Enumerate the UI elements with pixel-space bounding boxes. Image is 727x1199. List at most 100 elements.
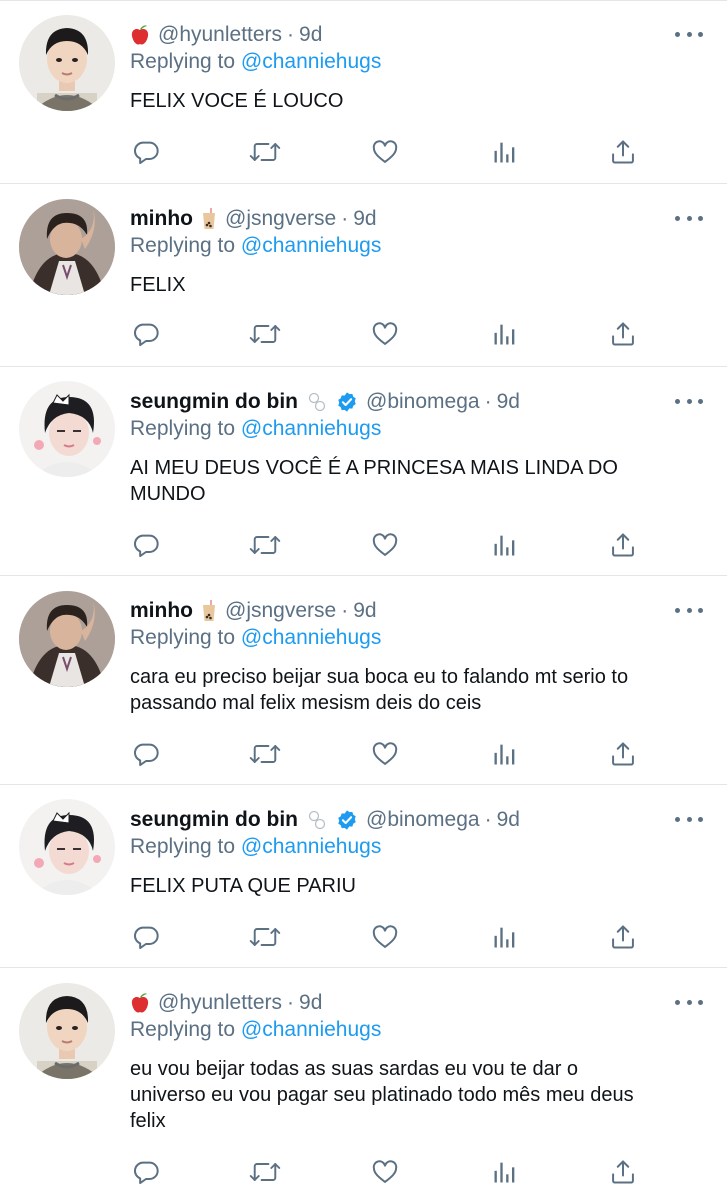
tweet-text: FELIX [130, 272, 710, 298]
reply-icon[interactable] [126, 1152, 166, 1192]
tweet-reply[interactable]: seungmin do bin @binomega · 9d Replying … [0, 785, 727, 968]
more-options-icon[interactable] [675, 809, 703, 829]
avatar[interactable] [19, 983, 115, 1079]
apple-emoji [130, 24, 150, 46]
tweet-reply[interactable]: seungmin do bin @binomega · 9d Replying … [0, 367, 727, 576]
tweet-text-line: eu vou beijar todas as suas sardas eu vo… [130, 1058, 579, 1080]
tweet-text: FELIX PUTA QUE PARIU [130, 873, 710, 899]
analytics-icon[interactable] [485, 132, 525, 172]
user-handle[interactable]: @jsngverse [225, 207, 336, 231]
avatar[interactable] [19, 199, 115, 295]
share-icon[interactable] [603, 1152, 643, 1192]
tweet-text-line: universo eu vou pagar seu platinado todo… [130, 1084, 634, 1106]
more-options-icon[interactable] [675, 391, 703, 411]
user-handle[interactable]: @binomega [366, 808, 480, 832]
user-handle[interactable]: @hyunletters [158, 23, 282, 47]
replying-to: Replying to @channiehugs [130, 417, 381, 441]
tweet-reply[interactable]: minho @jsngverse · 9d Replying to @chann… [0, 184, 727, 367]
reply-to-handle[interactable]: @channiehugs [241, 234, 381, 257]
reply-icon[interactable] [126, 314, 166, 354]
timestamp[interactable]: 9d [353, 599, 376, 623]
avatar[interactable] [19, 15, 115, 111]
reply-icon[interactable] [126, 917, 166, 957]
more-options-icon[interactable] [675, 600, 703, 620]
reply-icon[interactable] [126, 734, 166, 774]
retweet-icon[interactable] [245, 132, 285, 172]
tweet-text: eu vou beijar todas as suas sardas eu vo… [130, 1056, 710, 1134]
bubble-tea-emoji [201, 600, 217, 622]
avatar[interactable] [19, 591, 115, 687]
reply-to-handle[interactable]: @channiehugs [241, 50, 381, 73]
like-heart-icon[interactable] [365, 734, 405, 774]
reply-icon[interactable] [126, 132, 166, 172]
tweet-text-line: cara eu preciso beijar sua boca eu to fa… [130, 666, 629, 688]
tweet-actions [0, 1152, 727, 1192]
reply-to-handle[interactable]: @channiehugs [241, 417, 381, 440]
tweet-text: FELIX VOCE É LOUCO [130, 88, 710, 114]
display-name[interactable]: minho [130, 599, 193, 623]
share-icon[interactable] [603, 525, 643, 565]
like-heart-icon[interactable] [365, 314, 405, 354]
like-heart-icon[interactable] [365, 917, 405, 957]
replying-to: Replying to @channiehugs [130, 626, 381, 650]
timestamp[interactable]: 9d [299, 23, 322, 47]
reply-icon[interactable] [126, 525, 166, 565]
retweet-icon[interactable] [245, 1152, 285, 1192]
timestamp[interactable]: 9d [299, 991, 322, 1015]
avatar[interactable] [19, 381, 115, 477]
share-icon[interactable] [603, 132, 643, 172]
separator-dot: · [341, 207, 349, 230]
tweet-header: @hyunletters · 9d [130, 20, 657, 50]
more-options-icon[interactable] [675, 24, 703, 44]
tweet-header: seungmin do bin @binomega · 9d [130, 387, 657, 417]
reply-to-handle[interactable]: @channiehugs [241, 835, 381, 858]
analytics-icon[interactable] [485, 525, 525, 565]
analytics-icon[interactable] [485, 734, 525, 774]
reply-to-handle[interactable]: @channiehugs [241, 1018, 381, 1041]
replying-to-label: Replying to [130, 234, 236, 257]
like-heart-icon[interactable] [365, 1152, 405, 1192]
user-handle[interactable]: @jsngverse [225, 599, 336, 623]
tweet-text-line: FELIX PUTA QUE PARIU [130, 875, 356, 897]
tweet-reply[interactable]: @hyunletters · 9d Replying to @channiehu… [0, 0, 727, 184]
analytics-icon[interactable] [485, 314, 525, 354]
tweet-header: minho @jsngverse · 9d [130, 596, 657, 626]
share-icon[interactable] [603, 734, 643, 774]
retweet-icon[interactable] [245, 917, 285, 957]
replying-to: Replying to @channiehugs [130, 234, 381, 258]
tweet-reply[interactable]: @hyunletters · 9d Replying to @channiehu… [0, 968, 727, 1199]
user-handle[interactable]: @binomega [366, 390, 480, 414]
avatar[interactable] [19, 799, 115, 895]
tweet-actions [0, 917, 727, 957]
retweet-icon[interactable] [245, 314, 285, 354]
replying-to-label: Replying to [130, 50, 236, 73]
replying-to: Replying to @channiehugs [130, 1018, 381, 1042]
infinity-symbol-emoji [306, 391, 328, 413]
like-heart-icon[interactable] [365, 132, 405, 172]
retweet-icon[interactable] [245, 734, 285, 774]
analytics-icon[interactable] [485, 917, 525, 957]
display-name[interactable]: minho [130, 207, 193, 231]
tweet-actions [0, 734, 727, 774]
retweet-icon[interactable] [245, 525, 285, 565]
tweet-header: seungmin do bin @binomega · 9d [130, 805, 657, 835]
more-options-icon[interactable] [675, 208, 703, 228]
display-name[interactable]: seungmin do bin [130, 808, 298, 832]
tweet-text-line: FELIX VOCE É LOUCO [130, 90, 344, 112]
separator-dot: · [341, 599, 349, 622]
timestamp[interactable]: 9d [353, 207, 376, 231]
share-icon[interactable] [603, 917, 643, 957]
more-options-icon[interactable] [675, 992, 703, 1012]
share-icon[interactable] [603, 314, 643, 354]
timestamp[interactable]: 9d [497, 390, 520, 414]
like-heart-icon[interactable] [365, 525, 405, 565]
tweet-reply[interactable]: minho @jsngverse · 9d Replying to @chann… [0, 576, 727, 785]
timestamp[interactable]: 9d [497, 808, 520, 832]
display-name[interactable]: seungmin do bin [130, 390, 298, 414]
reply-to-handle[interactable]: @channiehugs [241, 626, 381, 649]
analytics-icon[interactable] [485, 1152, 525, 1192]
tweet-text-line: MUNDO [130, 483, 206, 505]
user-handle[interactable]: @hyunletters [158, 991, 282, 1015]
replying-to: Replying to @channiehugs [130, 50, 381, 74]
tweet-header: @hyunletters · 9d [130, 988, 657, 1018]
